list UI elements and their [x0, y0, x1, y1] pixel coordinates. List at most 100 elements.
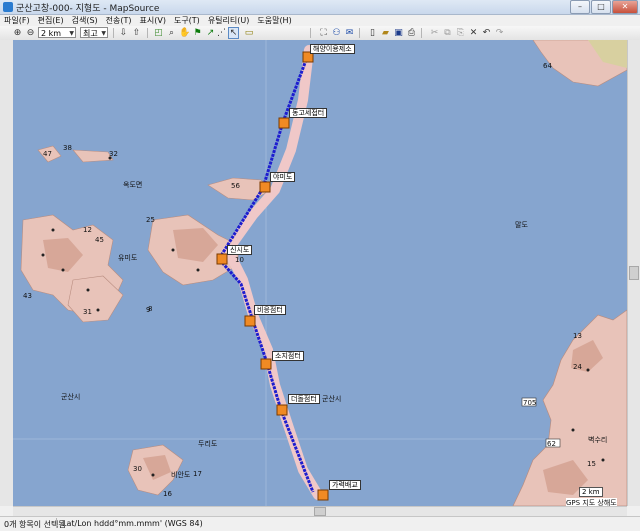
zoom-tool-icon[interactable]: ⌕ [166, 28, 177, 38]
map-tool-icon[interactable]: ◰ [153, 28, 164, 38]
elevation-label: 16 [163, 490, 172, 498]
zoom-out-icon[interactable]: ⊖ [25, 28, 36, 38]
waypoint-label[interactable]: 소지점터 [272, 351, 304, 361]
menu-search[interactable]: 검색(S) [68, 15, 102, 26]
menu-utilities[interactable]: 유틸리티(U) [204, 15, 254, 26]
elevation-label: 12 [83, 226, 92, 234]
mapsource-app-icon [3, 2, 13, 12]
map-scale: 2 km [579, 487, 603, 497]
chevron-down-icon: ▼ [101, 30, 106, 37]
place-label: 군산시 [61, 393, 81, 401]
left-scroll-gutter [0, 40, 14, 506]
undo-icon[interactable]: ↶ [481, 28, 492, 38]
maximize-button[interactable]: □ [591, 0, 611, 14]
print-icon[interactable]: ⎙ [406, 28, 417, 38]
route-node-icon[interactable]: ⋰ [216, 28, 227, 38]
toolbar-separator [147, 28, 148, 38]
elevation-label: 24 [573, 363, 582, 371]
open-icon[interactable]: ▰ [380, 28, 391, 38]
elevation-label: 56 [231, 182, 240, 190]
menu-edit[interactable]: 편집(E) [34, 15, 68, 26]
waypoint-marker-icon [260, 358, 272, 370]
toolbar-separator [310, 28, 311, 38]
elevation-label: 32 [109, 150, 118, 158]
gps-send-icon[interactable]: ⇧ [131, 28, 142, 38]
island-north-strip [72, 149, 114, 163]
vertical-scrollbar[interactable] [627, 40, 640, 506]
copy-icon[interactable]: ⧉ [442, 28, 453, 38]
place-label: 유미도 [118, 254, 138, 262]
select-arrow-icon[interactable]: ↖ [228, 27, 239, 39]
hand-icon[interactable]: ✋ [179, 28, 190, 38]
waypoint-marker-icon [317, 489, 329, 501]
place-label: 두리도 [198, 440, 218, 448]
detail-select[interactable]: 최고 ▼ [80, 27, 108, 38]
find-icon[interactable]: ⛶ [318, 28, 329, 38]
elevation-label: 13 [573, 332, 582, 340]
elevation-label: 38 [63, 144, 72, 152]
redo-icon[interactable]: ↷ [494, 28, 505, 38]
elevation-label: 45 [95, 236, 104, 244]
title-bar: 군산고창-000- 지형도 - MapSource – □ ✕ [0, 0, 640, 15]
menu-file[interactable]: 파일(F) [0, 15, 34, 26]
waypoint-label[interactable]: 신시도 [227, 245, 253, 255]
delete-icon[interactable]: ✕ [468, 28, 479, 38]
zoom-scale-value: 2 km [41, 29, 62, 38]
menu-bar: 파일(F) 편집(E) 검색(S) 전송(T) 표시(V) 도구(T) 유틸리티… [0, 15, 640, 26]
status-bar: 0개 항목이 선택됨 Lat/Lon hddd°mm.mmm' (WGS 84) [0, 516, 640, 531]
chevron-down-icon: ▼ [69, 30, 74, 37]
elevation-label: 15 [587, 460, 596, 468]
cut-icon[interactable]: ✂ [429, 28, 440, 38]
waypoint-marker-icon [278, 117, 290, 129]
waypoint-label[interactable]: 야미도 [270, 172, 296, 182]
elevation-label: 8 [148, 305, 153, 313]
new-icon[interactable]: ▯ [367, 28, 378, 38]
horizontal-scroll-thumb[interactable] [314, 507, 326, 516]
menu-tools[interactable]: 도구(T) [170, 15, 204, 26]
close-button[interactable]: ✕ [612, 0, 638, 14]
place-label: 말도 [515, 221, 528, 229]
track-icon[interactable]: ▭ [242, 28, 256, 38]
elevation-label: 43 [23, 292, 32, 300]
vertical-scroll-thumb[interactable] [629, 266, 639, 280]
waypoint-label[interactable]: 동고세접터 [289, 108, 328, 118]
route-icon[interactable]: ↗ [205, 28, 216, 38]
waypoint-label[interactable]: 해양이용제소 [310, 44, 355, 54]
menu-help[interactable]: 도움말(H) [253, 15, 295, 26]
waypoint-label[interactable]: 더돌점터 [288, 394, 320, 404]
menu-view[interactable]: 표시(V) [136, 15, 170, 26]
waypoint-label[interactable]: 비응점터 [254, 305, 286, 315]
elevation-label: 10 [235, 256, 244, 264]
elevation-label: 25 [146, 216, 155, 224]
elevation-label: 17 [193, 470, 202, 478]
route-number-label: 62 [547, 440, 556, 448]
zoom-scale-select[interactable]: 2 km ▼ [38, 27, 76, 38]
zoom-in-icon[interactable]: ⊕ [12, 28, 23, 38]
waypoint-marker-icon [259, 181, 271, 193]
place-label: 옥도면 [123, 181, 143, 189]
toolbar-separator [113, 28, 114, 38]
toolbar-separator [421, 28, 422, 38]
paste-icon[interactable]: ⎘ [455, 28, 466, 38]
minimize-button[interactable]: – [570, 0, 590, 14]
elevation-label: 30 [133, 465, 142, 473]
save-icon[interactable]: ▣ [393, 28, 404, 38]
map-footer-text: GPS 지도 상해도 [566, 498, 617, 506]
map-point-features [41, 156, 605, 477]
waypoint-marker-icon [276, 404, 288, 416]
place-label: 군산시 [322, 395, 342, 403]
gps-receive-icon[interactable]: ⇩ [118, 28, 129, 38]
detail-value: 최고 [83, 29, 98, 38]
waypoint-marker-icon [216, 253, 228, 265]
place-label: 벽수리 [588, 436, 608, 444]
waypoint-label[interactable]: 가력배교 [329, 480, 361, 490]
elevation-label: 47 [43, 150, 52, 158]
binoculars-icon[interactable]: ⚇ [331, 28, 342, 38]
window-title: 군산고창-000- 지형도 - MapSource [16, 4, 160, 14]
find-address-icon[interactable]: ✉ [344, 28, 355, 38]
toolbar-separator [359, 28, 360, 38]
coordinate-format-status: Lat/Lon hddd°mm.mmm' (WGS 84) [62, 519, 203, 528]
map-view[interactable]: 해양이용제소 동고세접터 야미도 신시도 비응점터 소지점터 더돌점터 가력배교… [13, 40, 627, 506]
waypoint-flag-icon[interactable]: ⚑ [192, 28, 203, 38]
menu-transfer[interactable]: 전송(T) [102, 15, 136, 26]
